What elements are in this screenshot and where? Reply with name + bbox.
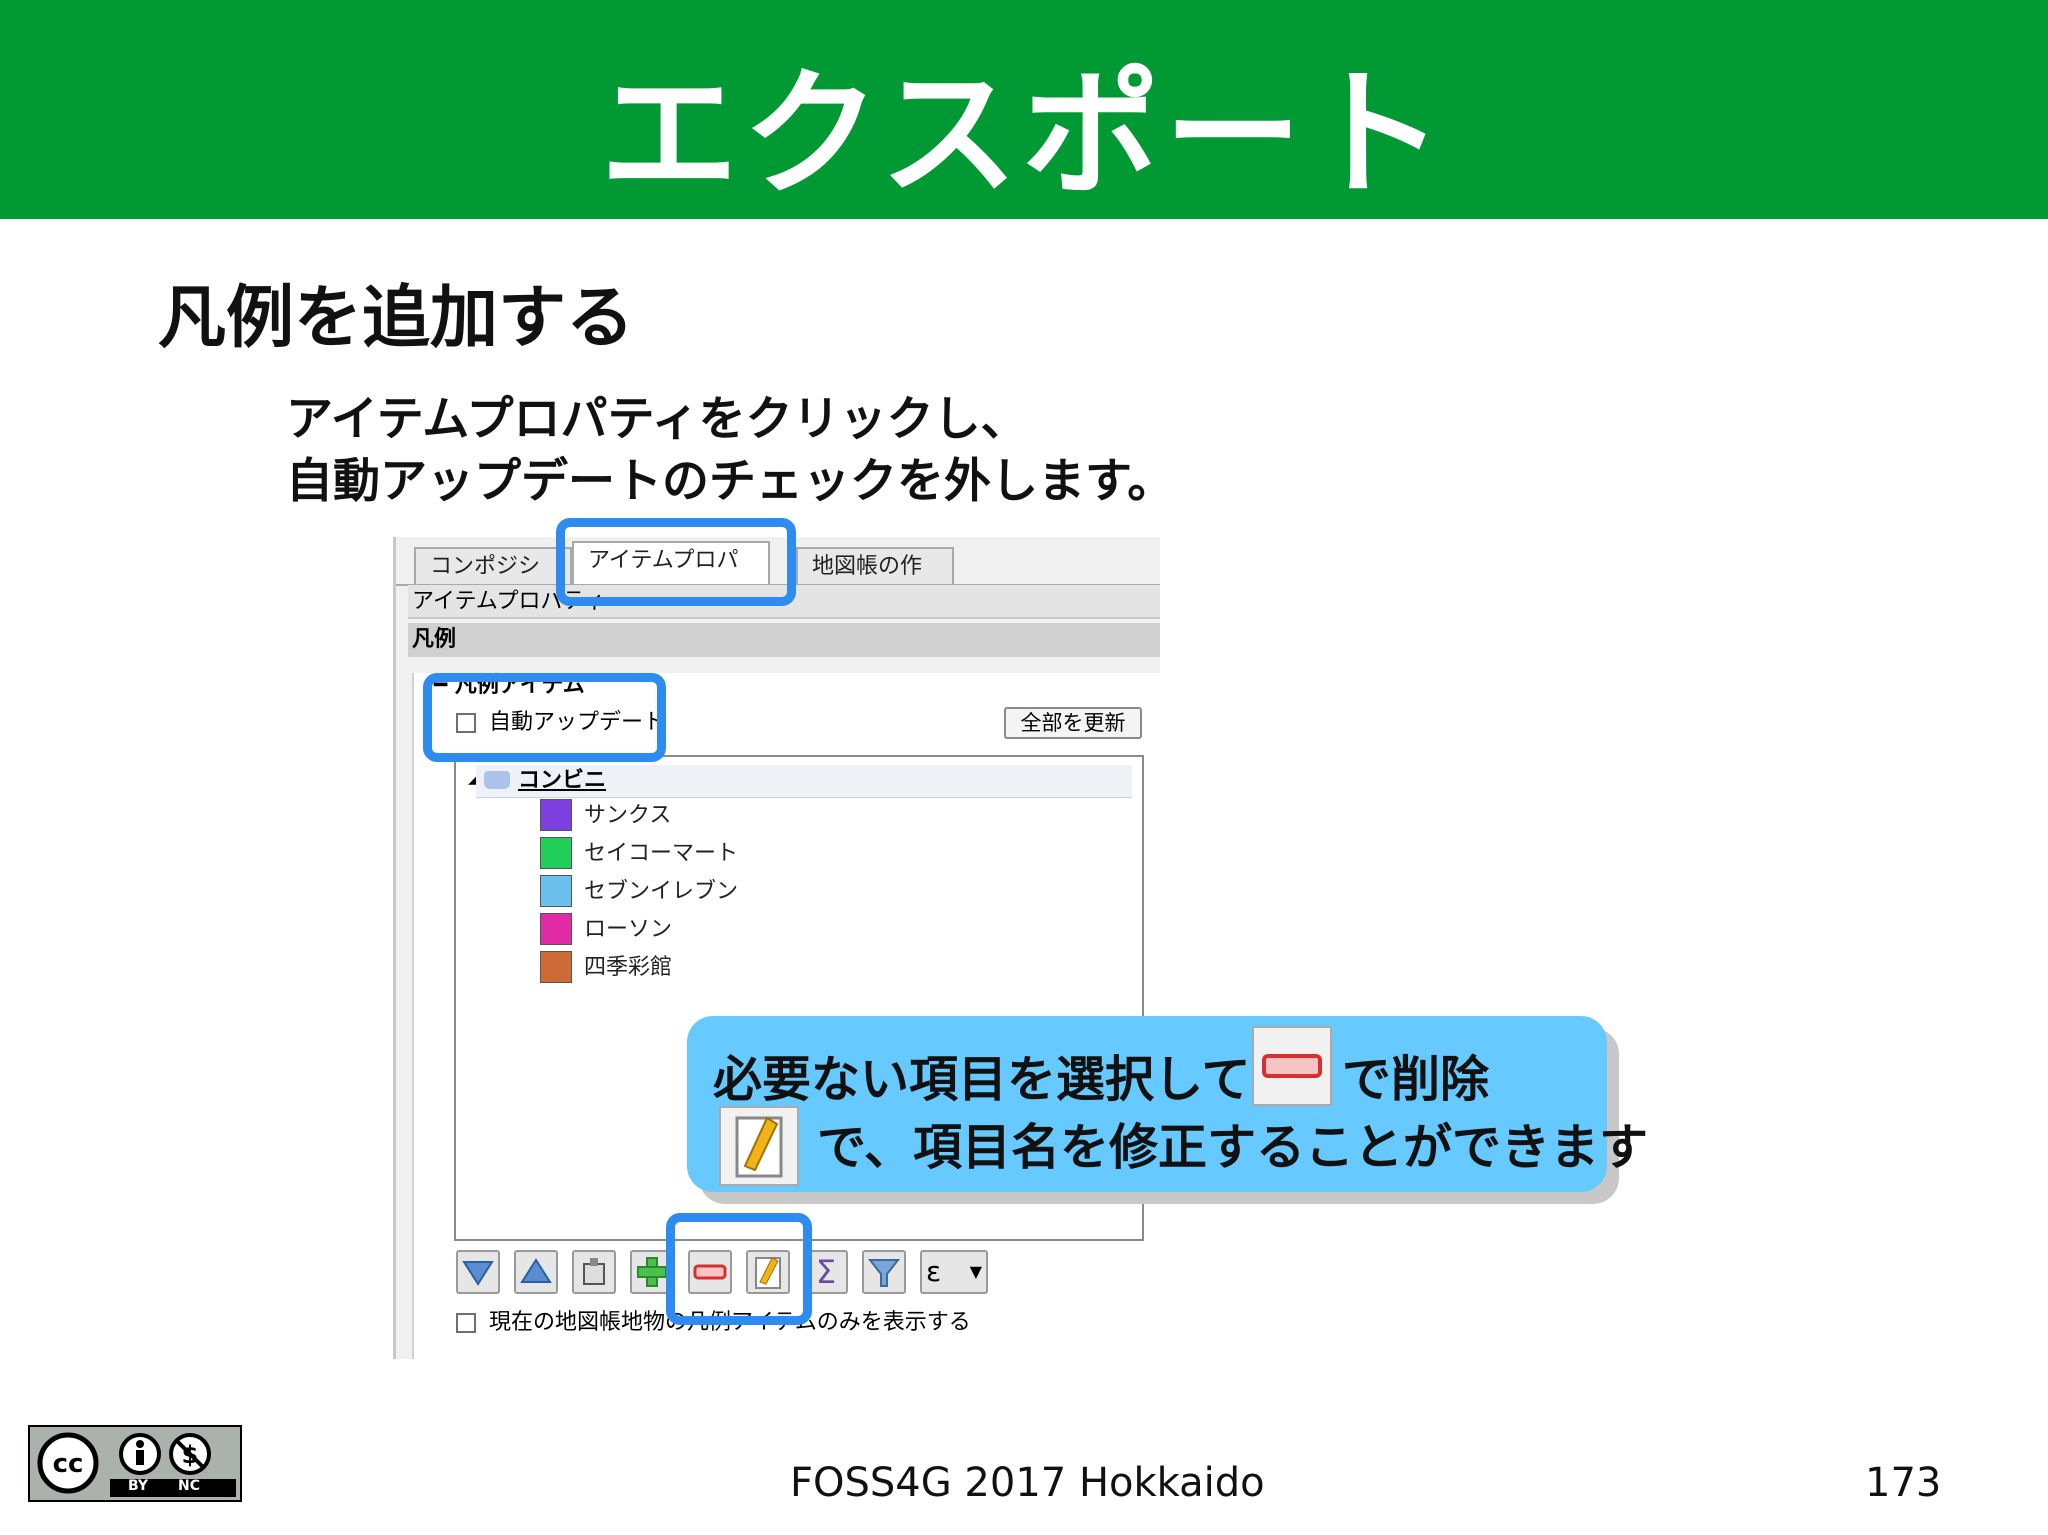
footer-event: FOSS4G 2017 Hokkaido [790,1460,1265,1506]
highlight-toolbar-buttons [666,1213,812,1325]
legend-group-title[interactable]: 凡例 [408,623,1160,657]
legend-item-label: 四季彩館 [584,955,673,980]
color-swatch [540,951,572,983]
remove-icon [1252,1026,1332,1106]
license-nc-label: NC [178,1478,200,1494]
slide-title: エクスポート [600,54,1448,215]
license-by-label: BY [128,1478,149,1494]
color-swatch [540,875,572,907]
highlight-auto-update [423,673,666,762]
edit-icon [719,1106,799,1186]
legend-item-label: セブンイレブン [584,879,739,904]
title-bar: エクスポート [0,0,2048,219]
filter-icon [867,1259,901,1287]
legend-item-label: サンクス [584,803,672,828]
callout-line-1: 必要ない項目を選択して [713,1051,1251,1108]
callout-box: 必要ない項目を選択して で削除 で、項目名を修正することができます [687,1016,1648,1192]
move-up-icon [520,1258,552,1283]
color-swatch [540,799,572,831]
expression-button[interactable]: ε ▼ [920,1250,988,1294]
sum-icon: Σ [815,1253,837,1291]
tab-atlas[interactable]: 地図帳の作成 [796,547,954,615]
callout-line-2: で、項目名を修正することができます [817,1119,1649,1176]
tab-composition[interactable]: コンポジション [414,547,572,615]
instruction-line-1: アイテムプロパティをクリックし、 [286,392,1028,447]
license-badge: cc $ BY NC [28,1425,242,1502]
callout-line-1-suffix: で削除 [1342,1051,1490,1108]
move-up-button[interactable] [514,1250,558,1294]
highlight-item-properties-tab [556,518,796,606]
page-number: 173 [1865,1460,1942,1506]
color-swatch [540,913,572,945]
move-down-icon [462,1261,494,1286]
add-group-button[interactable] [572,1250,616,1294]
move-down-button[interactable] [456,1250,500,1294]
refresh-all-button[interactable]: 全部を更新 [1004,707,1142,739]
legend-item-label: セイコーマート [584,841,739,866]
filter-button[interactable] [862,1250,906,1294]
tree-group-row[interactable]: コンビニ [476,765,1132,798]
section-heading: 凡例を追加する [158,279,635,358]
expression-icon: ε [926,1255,942,1288]
atlas-filter-checkbox[interactable] [456,1313,476,1333]
instruction-line-2: 自動アップデートのチェックを外します。 [286,454,1175,509]
color-swatch [540,837,572,869]
tree-group-label: コンビニ [518,768,607,793]
folder-icon [484,771,510,789]
add-group-icon [583,1258,605,1285]
dropdown-arrow-icon[interactable]: ▼ [970,1252,982,1292]
svg-text:cc: cc [53,1449,84,1479]
legend-item-label: ローソン [584,917,673,942]
